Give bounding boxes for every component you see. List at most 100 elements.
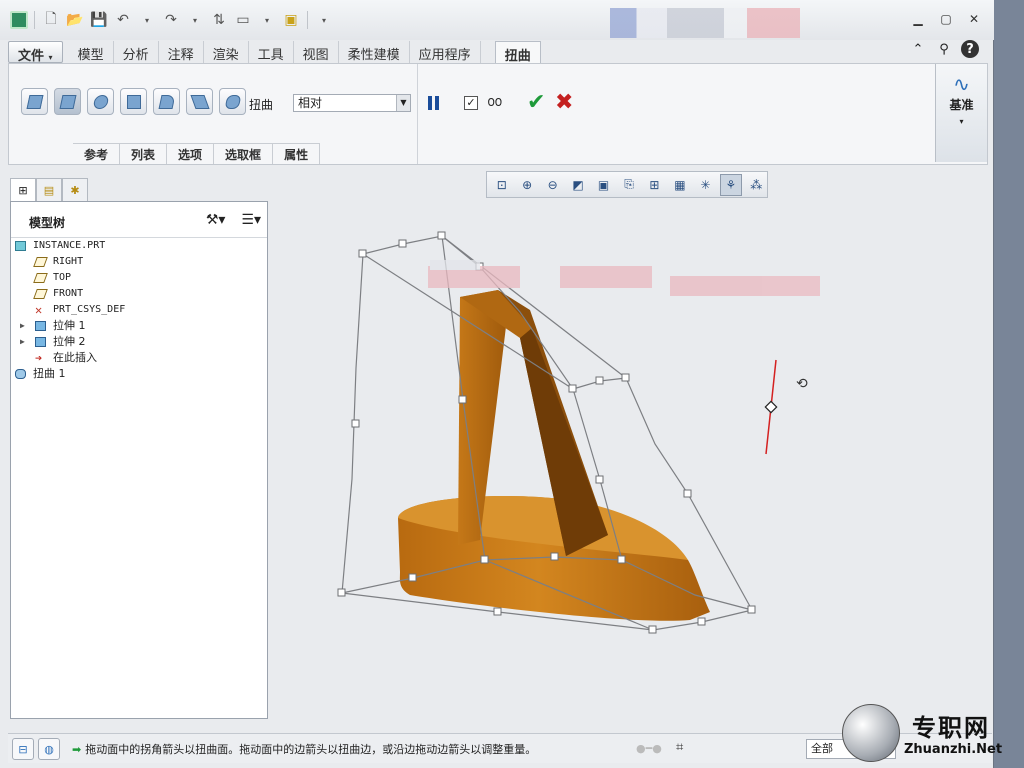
tree-node-label: 扭曲 1: [33, 367, 66, 380]
insert-here-icon: ➔: [35, 351, 43, 365]
undo-dropdown-icon[interactable]: ▾: [137, 10, 157, 30]
tab-view[interactable]: 视图: [294, 41, 339, 63]
favorites-tab-icon[interactable]: ✱: [62, 178, 88, 202]
transform-tool-icon[interactable]: [21, 88, 48, 115]
warp-label: 扭曲: [249, 98, 274, 112]
tab-annotate[interactable]: 注释: [159, 41, 204, 63]
view-manager-icon[interactable]: ⊞: [644, 174, 665, 196]
tab-model[interactable]: 模型: [69, 41, 114, 63]
preview-checkbox[interactable]: ✓: [464, 96, 478, 110]
open-file-icon[interactable]: 📂: [65, 10, 85, 30]
warp-tools: [21, 88, 246, 115]
tree-node[interactable]: 扭曲 1: [11, 366, 267, 382]
folder-browser-tab-icon[interactable]: ▤: [36, 178, 62, 202]
model-tree-list: INSTANCE.PRT RIGHT TOP FRONT ✕ PRT_CSYS_DEF ▶ 拉…: [11, 238, 267, 382]
find-icon[interactable]: ⌗: [676, 740, 683, 755]
save-icon[interactable]: 💾: [89, 10, 109, 30]
model-tree-panel: 模型树 ⚒▾ ☰▾ INSTANCE.PRT RIGHT TOP FRONT ✕ PRT_…: [10, 201, 268, 719]
stretch-tool-icon[interactable]: [120, 88, 147, 115]
pause-icon[interactable]: [428, 96, 442, 110]
tab-render[interactable]: 渲染: [204, 41, 249, 63]
tree-node[interactable]: ▶ 拉伸 1: [11, 318, 267, 334]
perspective-icon[interactable]: ▦: [669, 174, 690, 196]
collapse-ribbon-icon[interactable]: ⌃: [909, 40, 927, 58]
help-icon[interactable]: ?: [961, 40, 979, 58]
maximize-icon[interactable]: ▢: [936, 10, 956, 28]
datum-display-icon[interactable]: ✳: [695, 174, 716, 196]
expand-arrow-icon[interactable]: ▶: [20, 334, 25, 350]
status-message: ➡ 拖动面中的拐角箭头以扭曲面。拖动面中的边箭头以扭曲边，或沿边拖动边箭头以调整重…: [72, 743, 537, 756]
tree-node-label: 拉伸 1: [53, 319, 86, 332]
subtab-properties[interactable]: 属性: [273, 144, 321, 164]
watermark-ball-icon: [842, 704, 900, 762]
sculpt-tool-icon[interactable]: [219, 88, 246, 115]
subtab-references[interactable]: 参考: [73, 144, 121, 164]
redo-icon[interactable]: ↷: [161, 10, 181, 30]
display-style-icon[interactable]: ▣: [593, 174, 614, 196]
datum-plane-icon: [33, 273, 48, 283]
tab-tools[interactable]: 工具: [249, 41, 294, 63]
warp-tool-icon[interactable]: [54, 88, 81, 115]
spine-tool-icon[interactable]: [87, 88, 114, 115]
tree-node-label: RIGHT: [53, 256, 84, 267]
regenerate-icon[interactable]: ⇅: [209, 10, 229, 30]
close-icon[interactable]: ✕: [964, 10, 984, 28]
tree-node[interactable]: ➔ 在此插入: [11, 350, 267, 366]
top-right-icons: ⌃ ⚲ ?: [909, 40, 979, 58]
saved-views-icon[interactable]: ⎘: [618, 174, 639, 196]
cancel-x-icon[interactable]: ✖: [555, 90, 573, 115]
tree-node[interactable]: INSTANCE.PRT: [11, 238, 267, 254]
subtab-list[interactable]: 列表: [120, 144, 168, 164]
new-file-icon[interactable]: 🗋: [41, 10, 61, 30]
tab-flexible-modeling[interactable]: 柔性建模: [339, 41, 410, 63]
zoom-out-icon[interactable]: ⊖: [542, 174, 563, 196]
search-icon[interactable]: ⚲: [935, 40, 953, 58]
datum-plane-icon: [33, 289, 48, 299]
chevron-down-icon: ▾: [48, 53, 53, 62]
tree-settings-icon[interactable]: ⚒▾: [206, 212, 226, 228]
bend-tool-icon[interactable]: [153, 88, 180, 115]
model-tree-header: 模型树 ⚒▾ ☰▾: [11, 202, 267, 238]
graphics-viewport[interactable]: ⟲: [270, 200, 990, 725]
datum-button[interactable]: ∿ 基准 ▾: [935, 64, 987, 162]
windows-icon[interactable]: ▭: [233, 10, 253, 30]
spin-center-icon[interactable]: ⚘: [720, 173, 742, 196]
apply-checkmark-icon[interactable]: ✔: [527, 90, 545, 115]
tree-node[interactable]: FRONT: [11, 286, 267, 302]
tab-applications[interactable]: 应用程序: [410, 41, 481, 63]
undo-icon[interactable]: ↶: [113, 10, 133, 30]
tree-node-label: 在此插入: [53, 351, 97, 364]
toggle-navigator-icon[interactable]: ⊟: [12, 738, 34, 760]
twist-tool-icon[interactable]: [186, 88, 213, 115]
subtab-marquee[interactable]: 选取框: [214, 144, 274, 164]
tree-filter-icon[interactable]: ☰▾: [241, 212, 261, 228]
close-window-icon[interactable]: ▣: [281, 10, 301, 30]
toggle-browser-icon[interactable]: ◍: [38, 738, 60, 760]
warp-center-handle[interactable]: [764, 400, 778, 414]
subtab-options[interactable]: 选项: [167, 144, 215, 164]
tab-file[interactable]: 文件 ▾: [8, 41, 63, 64]
expand-arrow-icon[interactable]: ▶: [20, 318, 25, 334]
windows-dropdown-icon[interactable]: ▾: [257, 10, 277, 30]
minimize-icon[interactable]: ▁: [908, 10, 928, 28]
warp-mode-select[interactable]: 相对 ▼: [293, 94, 411, 112]
model-tree-tab-icon[interactable]: ⊞: [10, 178, 36, 202]
glasses-preview-icon[interactable]: ൦൦: [487, 94, 502, 110]
refit-icon[interactable]: ⊡: [491, 174, 512, 196]
redo-dropdown-icon[interactable]: ▾: [185, 10, 205, 30]
tab-analysis[interactable]: 分析: [114, 41, 159, 63]
zoom-in-icon[interactable]: ⊕: [516, 174, 537, 196]
tree-node-label: FRONT: [53, 288, 84, 299]
repaint-icon[interactable]: ◩: [567, 174, 588, 196]
customize-qat-icon[interactable]: ▾: [314, 10, 334, 30]
chevron-down-icon: ▼: [396, 95, 410, 111]
tree-node-label: INSTANCE.PRT: [33, 240, 106, 251]
tree-node[interactable]: TOP: [11, 270, 267, 286]
ribbon-tabs: 文件 ▾ 模型 分析 注释 渲染 工具 视图 柔性建模 应用程序 扭曲: [8, 41, 541, 64]
watermark-logo: 专职网 Zhuanzhi.Net: [842, 700, 1022, 766]
annotation-display-icon[interactable]: ⁂: [746, 174, 767, 196]
tree-node[interactable]: RIGHT: [11, 254, 267, 270]
tab-warp[interactable]: 扭曲: [494, 41, 541, 64]
tree-node[interactable]: ▶ 拉伸 2: [11, 334, 267, 350]
tree-node[interactable]: ✕ PRT_CSYS_DEF: [11, 302, 267, 318]
